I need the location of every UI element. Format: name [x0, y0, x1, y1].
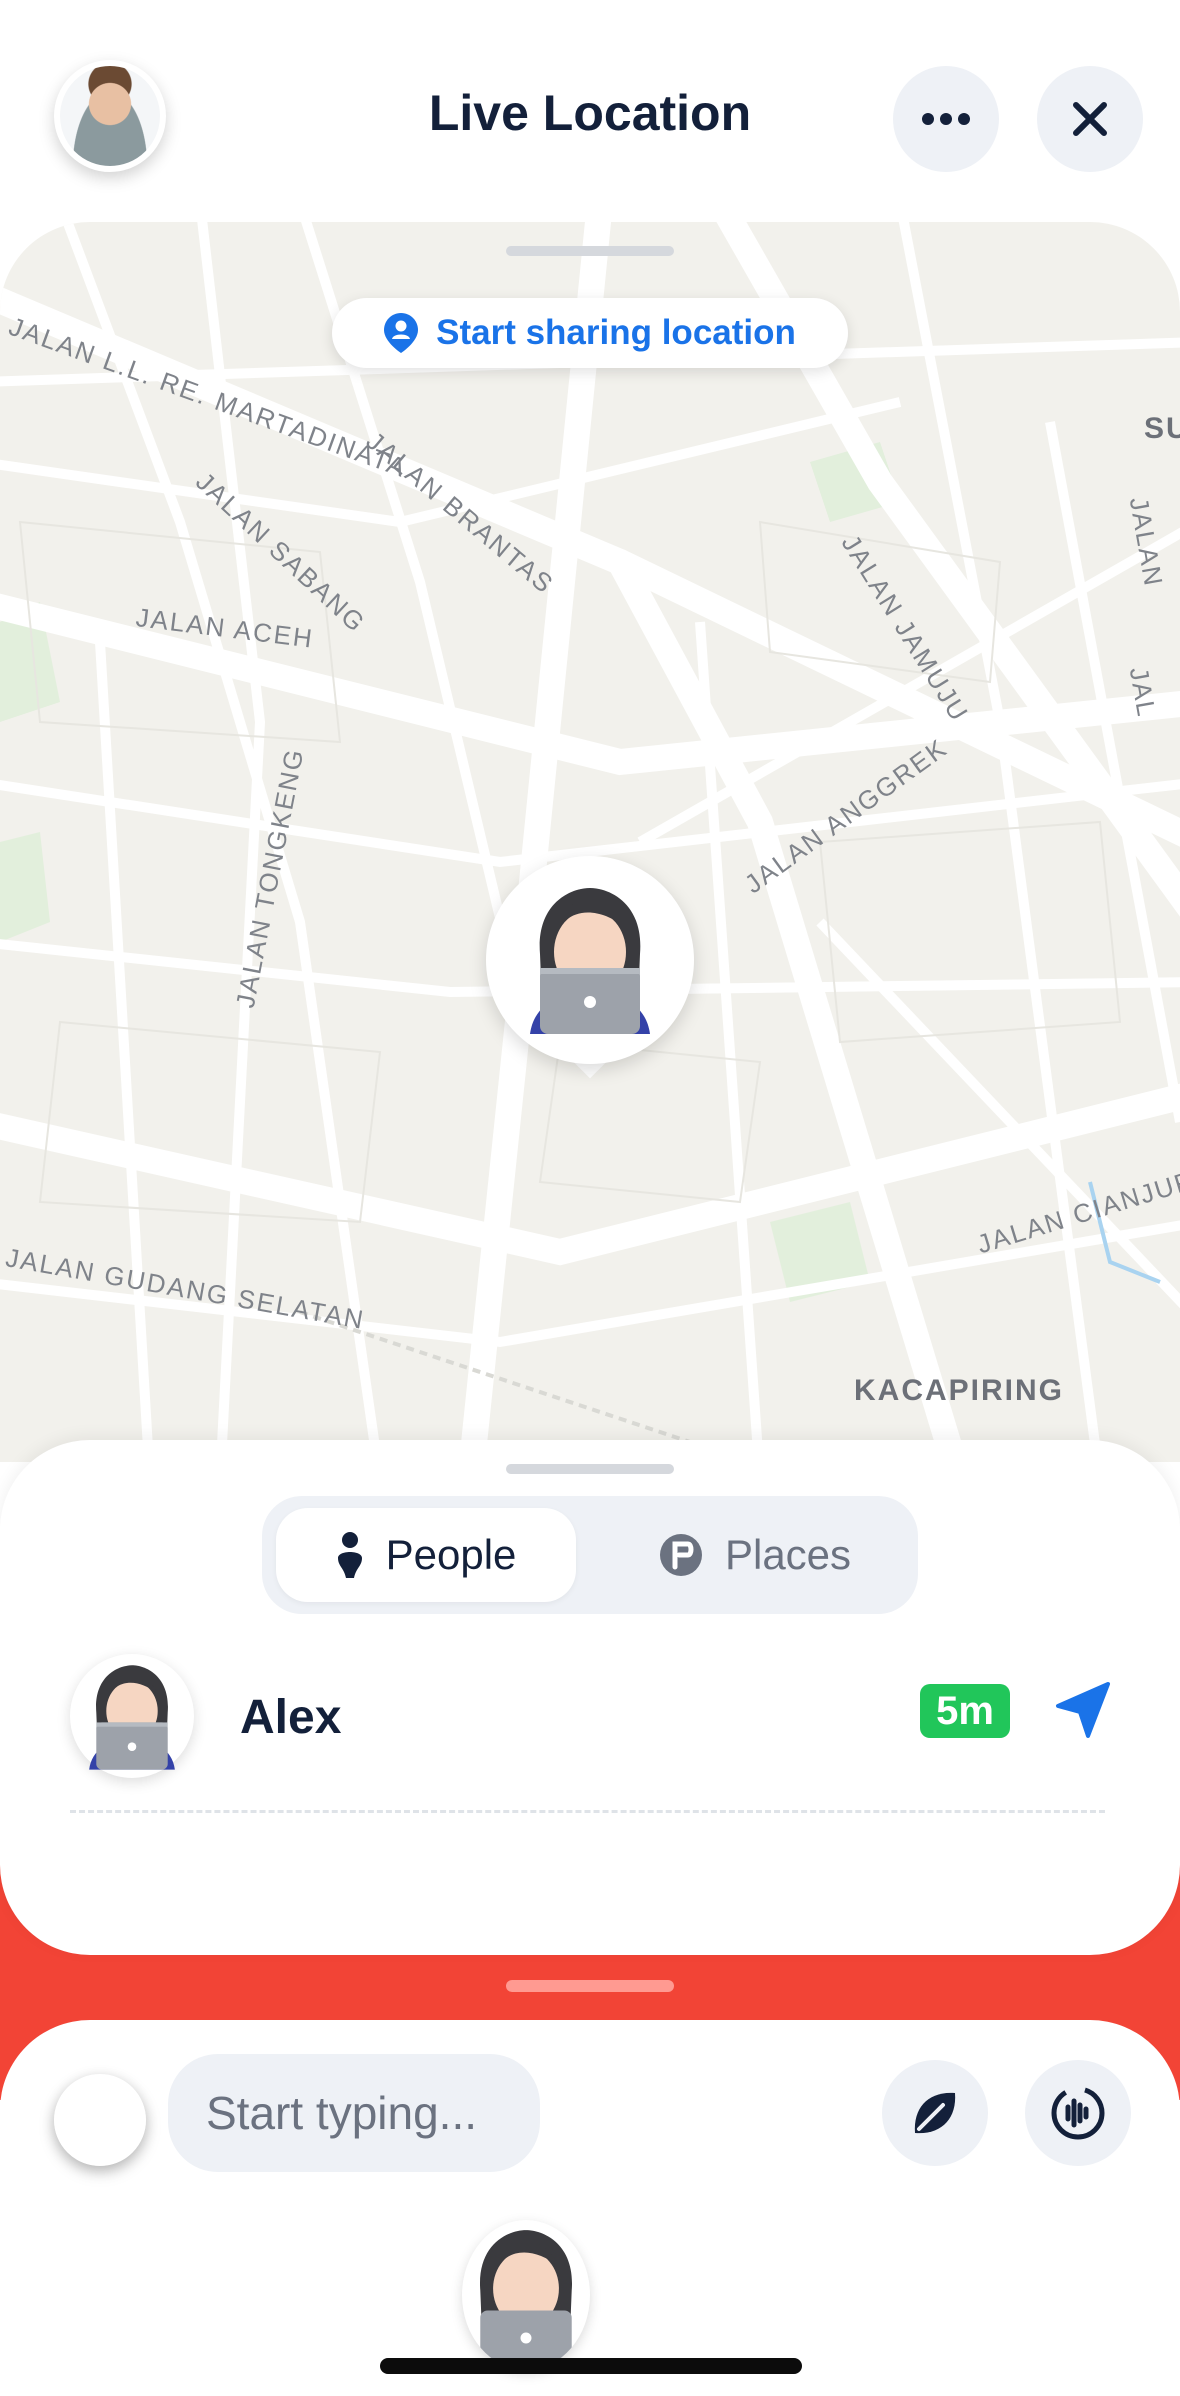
header: Live Location	[0, 0, 1180, 230]
more-options-button[interactable]	[893, 66, 999, 172]
tab-people-label: People	[385, 1531, 517, 1578]
profile-avatar[interactable]	[54, 60, 166, 172]
start-sharing-location-button[interactable]: Start sharing location	[332, 298, 848, 368]
list-item[interactable]: Alex 5m	[70, 1654, 1110, 1794]
people-places-toggle: People Places	[262, 1496, 918, 1614]
alex-location-pin[interactable]	[486, 856, 694, 1096]
place-flag-icon	[659, 1534, 702, 1576]
participant-avatar-alex	[462, 2220, 590, 2370]
tab-places-label: Places	[724, 1531, 852, 1578]
leaf-button[interactable]	[882, 2060, 988, 2166]
woman-laptop-emoji	[89, 1665, 175, 1770]
close-icon	[1073, 102, 1107, 136]
person-icon	[337, 1532, 362, 1578]
area-label: SU	[1144, 412, 1180, 445]
avatar	[70, 1654, 194, 1778]
leaf-icon	[914, 2092, 956, 2134]
list-divider	[70, 1810, 1105, 1813]
home-indicator	[380, 2358, 802, 2374]
ellipsis-icon	[922, 113, 970, 125]
page-title: Live Location	[428, 85, 752, 141]
navigation-arrow-icon	[1056, 1682, 1110, 1738]
message-input[interactable]: Start typing...	[168, 2054, 540, 2172]
close-button[interactable]	[1037, 66, 1143, 172]
composer-drag-handle[interactable]	[506, 1980, 674, 1992]
woman-laptop-emoji	[479, 2230, 573, 2364]
map-view[interactable]: Start sharing location JALAN L.L. RE. MA…	[0, 222, 1180, 1462]
voice-button[interactable]	[1025, 2060, 1131, 2166]
person-name: Alex	[240, 1691, 342, 1744]
woman-laptop-emoji	[530, 888, 650, 1034]
map-drag-handle[interactable]	[506, 246, 674, 256]
sheet-drag-handle[interactable]	[506, 1464, 674, 1474]
message-composer: Start typing...	[0, 2020, 1180, 2396]
navigate-button[interactable]	[1050, 1678, 1116, 1744]
last-seen-badge: 5m	[920, 1684, 1010, 1738]
person-pin-icon	[384, 313, 419, 353]
people-sheet: People Places Alex 5m	[0, 1440, 1180, 1955]
area-label: KACAPIRING	[854, 1374, 1065, 1407]
share-location-label: Start sharing location	[436, 313, 796, 352]
tab-people[interactable]: People	[276, 1508, 576, 1602]
participant-avatar-me	[54, 2074, 146, 2166]
voice-wave-icon	[1051, 2086, 1105, 2140]
tab-places[interactable]: Places	[610, 1508, 900, 1602]
